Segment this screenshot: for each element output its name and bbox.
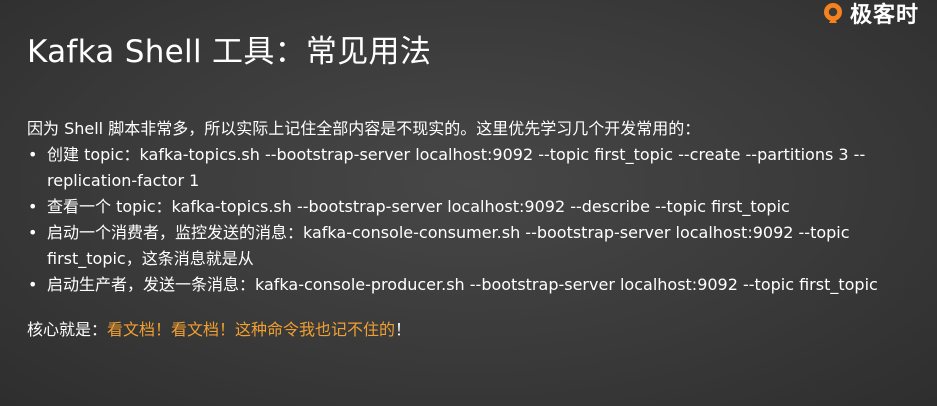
conclusion-text: 核心就是：看文档！看文档！这种命令我也记不住的！ [27,317,927,343]
list-item: • 启动一个消费者，监控发送的消息：kafka-console-consumer… [27,220,927,272]
slide-title: Kafka Shell 工具：常见用法 [27,34,432,70]
list-item-text: 查看一个 topic：kafka-topics.sh --bootstrap-s… [47,197,790,216]
bullet-dot: • [28,275,38,294]
list-item-text: 创建 topic：kafka-topics.sh --bootstrap-ser… [47,145,866,190]
conclusion-highlight: 看文档！看文档！这种命令我也记不住的 [107,320,396,339]
conclusion-prefix: 核心就是： [27,320,108,339]
slide-content: 因为 Shell 脚本非常多，所以实际上记住全部内容是不现实的。这里优先学习几个… [27,116,927,343]
list-item: • 查看一个 topic：kafka-topics.sh --bootstrap… [27,194,927,220]
conclusion-suffix: ！ [395,320,412,339]
brand-logo-text: 极客时 [850,3,920,26]
command-list: • 创建 topic：kafka-topics.sh --bootstrap-s… [27,142,927,298]
list-item: • 创建 topic：kafka-topics.sh --bootstrap-s… [27,142,927,194]
list-item-text: 启动一个消费者，监控发送的消息：kafka-console-consumer.s… [47,223,850,268]
brand-logo: 极客时 [822,0,937,26]
bullet-dot: • [28,197,38,216]
list-item: • 启动生产者，发送一条消息：kafka-console-producer.sh… [27,272,927,298]
intro-text: 因为 Shell 脚本非常多，所以实际上记住全部内容是不现实的。这里优先学习几个… [27,119,701,138]
geektime-logo-icon [824,3,842,23]
bullet-dot: • [28,223,38,242]
list-item-text: 启动生产者，发送一条消息：kafka-console-producer.sh -… [47,275,878,294]
bullet-dot: • [28,145,38,164]
